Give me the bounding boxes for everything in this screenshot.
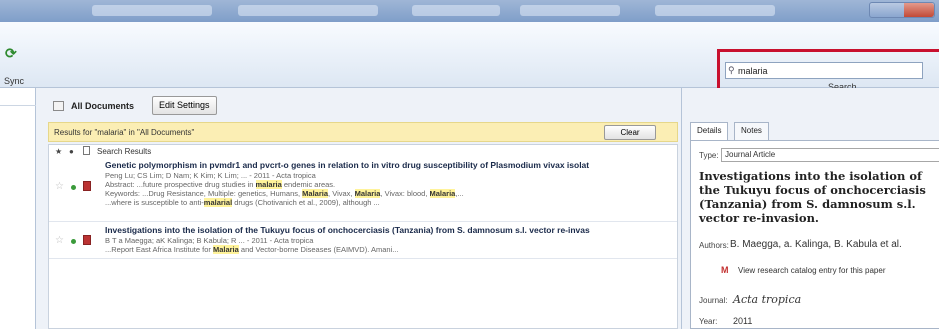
keywords-text: , Vivax: blood, bbox=[380, 189, 430, 198]
item-snippet: ...where is susceptible to anti-malarial… bbox=[105, 198, 677, 207]
clear-search-button[interactable]: Clear bbox=[604, 125, 656, 140]
window-title-bar bbox=[0, 0, 939, 22]
item-title: Genetic polymorphism in pvmdr1 and pvcrt… bbox=[105, 160, 590, 170]
sync-label[interactable]: Sync bbox=[4, 76, 24, 86]
pdf-icon bbox=[83, 235, 91, 245]
abstract-text: Abstract: ...future prospective drug stu… bbox=[105, 180, 256, 189]
edit-settings-button[interactable]: Edit Settings bbox=[152, 96, 217, 115]
documents-pane: All Documents Edit Settings Results for … bbox=[37, 88, 679, 329]
item-title: Investigations into the isolation of the… bbox=[105, 225, 590, 235]
close-window-button[interactable] bbox=[904, 3, 934, 17]
snippet-text: drugs (Chotivanich et al., 2009), althou… bbox=[232, 198, 380, 207]
browser-tab[interactable] bbox=[92, 5, 212, 16]
browser-tab[interactable] bbox=[412, 5, 500, 16]
browser-tab[interactable] bbox=[238, 5, 378, 16]
row-divider bbox=[49, 221, 677, 222]
mendeley-icon: M bbox=[721, 265, 729, 275]
authors-field[interactable]: B. Maegga, a. Kalinga, B. Kabula et al. bbox=[730, 239, 902, 250]
favorite-star-icon[interactable]: ☆ bbox=[55, 235, 64, 246]
all-documents-icon bbox=[53, 101, 64, 111]
browser-tab[interactable] bbox=[520, 5, 620, 16]
snippet-text: and Vector-borne Diseases (EAIMVD). Aman… bbox=[238, 245, 399, 254]
page-title: All Documents bbox=[71, 101, 135, 111]
documents-header: All Documents Edit Settings bbox=[37, 88, 679, 122]
item-meta: Peng Lu; CS Lim; D Nam; K Kim; K Lim; ..… bbox=[105, 171, 316, 180]
keywords-text: ,... bbox=[455, 189, 464, 198]
search-results-column-header[interactable]: Search Results bbox=[97, 147, 151, 156]
highlight: Malaria bbox=[429, 189, 456, 198]
favorite-column-icon[interactable]: ★ bbox=[55, 147, 62, 156]
type-select[interactable]: Journal Article bbox=[721, 148, 939, 162]
read-status-column-icon[interactable]: ● bbox=[69, 147, 74, 156]
unread-dot-icon bbox=[71, 239, 76, 244]
search-results-bar: Results for "malaria" in "All Documents"… bbox=[48, 122, 678, 142]
row-divider bbox=[49, 258, 677, 259]
authors-label: Authors: bbox=[699, 241, 729, 250]
document-title[interactable]: Investigations into the isolation of the… bbox=[699, 169, 939, 225]
catalog-link-label[interactable]: View research catalog entry for this pap… bbox=[738, 266, 885, 275]
item-abstract: Abstract: ...future prospective drug stu… bbox=[105, 180, 677, 189]
toolbar: ⟳ Sync ⚲ Search bbox=[0, 22, 939, 100]
highlight: Malaria bbox=[302, 189, 329, 198]
research-catalog-link[interactable]: M View research catalog entry for this pa… bbox=[721, 260, 939, 280]
keywords-text: , Vivax, bbox=[328, 189, 355, 198]
year-label: Year: bbox=[699, 317, 718, 326]
snippet-text: ...where is susceptible to anti- bbox=[105, 198, 204, 207]
sync-icon[interactable]: ⟳ bbox=[5, 46, 19, 60]
unread-dot-icon bbox=[71, 185, 76, 190]
results-text: Results for "malaria" in "All Documents" bbox=[54, 128, 195, 137]
journal-field[interactable]: Acta tropica bbox=[733, 293, 801, 306]
keywords-text: Keywords: ...Drug Resistance, Multiple: … bbox=[105, 189, 303, 198]
results-list: ★ ● Search Results ☆ Genetic polymorphis… bbox=[48, 144, 678, 329]
pdf-icon bbox=[83, 181, 91, 191]
window-controls[interactable] bbox=[869, 2, 935, 18]
item-snippet: ...Report East Africa Institute for Mala… bbox=[105, 245, 677, 254]
list-item[interactable]: ☆ Genetic polymorphism in pvmdr1 and pvc… bbox=[49, 159, 677, 222]
highlight: malarial bbox=[203, 198, 233, 207]
sidebar-item[interactable] bbox=[0, 88, 36, 106]
highlight: malaria bbox=[255, 180, 282, 189]
item-keywords: Keywords: ...Drug Resistance, Multiple: … bbox=[105, 189, 677, 198]
list-header: ★ ● Search Results bbox=[49, 145, 677, 158]
type-label: Type: bbox=[699, 151, 719, 160]
tab-notes[interactable]: Notes bbox=[734, 122, 769, 140]
abstract-text: endemic areas. bbox=[281, 180, 336, 189]
details-body: Type: Journal Article Investigations int… bbox=[690, 140, 939, 329]
highlight: Malaria bbox=[354, 189, 381, 198]
list-item[interactable]: ☆ Investigations into the isolation of t… bbox=[49, 223, 677, 257]
details-panel: Details Notes Type: Journal Article Inve… bbox=[681, 88, 939, 329]
document-type-column-icon[interactable] bbox=[83, 146, 90, 155]
item-meta: B T a Maegga; aK Kalinga; B Kabula; R ..… bbox=[105, 236, 314, 245]
year-field[interactable]: 2011 bbox=[733, 316, 752, 326]
favorite-star-icon[interactable]: ☆ bbox=[55, 181, 64, 192]
highlight: Malaria bbox=[212, 245, 239, 254]
browser-tab[interactable] bbox=[655, 5, 775, 16]
journal-label: Journal: bbox=[699, 296, 728, 305]
snippet-text: ...Report East Africa Institute for bbox=[105, 245, 213, 254]
sidebar bbox=[0, 88, 36, 329]
tab-details[interactable]: Details bbox=[690, 122, 729, 140]
